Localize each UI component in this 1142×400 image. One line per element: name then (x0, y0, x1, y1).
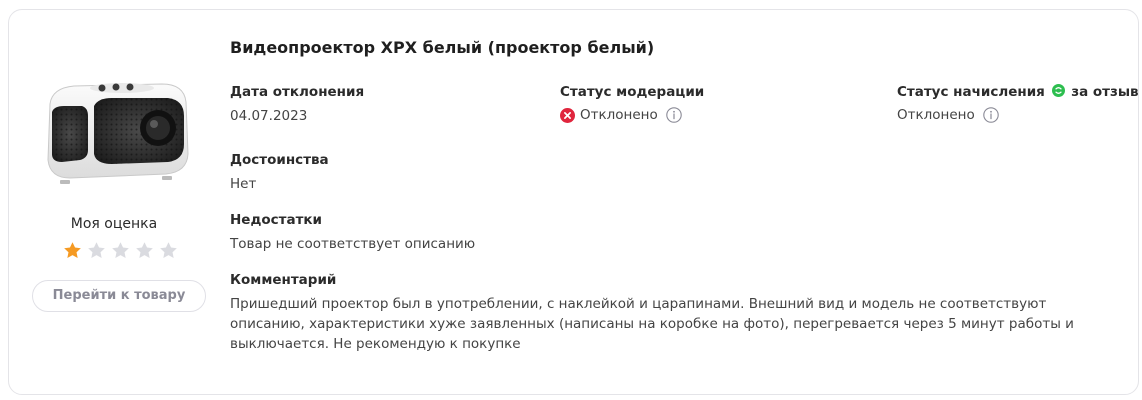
error-circle-icon (560, 107, 575, 123)
star-icon (88, 242, 105, 259)
moderation-status-value: Отклонено (580, 107, 658, 123)
advantages-label: Достоинства (230, 152, 329, 168)
disadvantages-label: Недостатки (230, 212, 323, 228)
product-column: Моя оценка Перейти к товару (29, 10, 206, 394)
projector-image[interactable] (34, 62, 194, 202)
accrual-status: Отклонено (897, 107, 999, 123)
comment-label: Комментарий (230, 272, 337, 288)
accrual-status-label: Статус начисления за отзыв (897, 84, 1139, 100)
rejection-date-label: Дата отклонения (230, 84, 365, 100)
star-icon (112, 242, 129, 259)
go-to-product-button[interactable]: Перейти к товару (32, 280, 206, 312)
rejection-date-value: 04.07.2023 (230, 108, 308, 124)
my-rating-label: Моя оценка (70, 216, 158, 232)
info-icon[interactable] (666, 107, 682, 123)
star-icon (136, 242, 153, 259)
star-icon (160, 242, 177, 259)
rating-stars (62, 240, 179, 261)
moderation-status-label: Статус модерации (560, 84, 705, 100)
comment-text: Пришедший проектор был в употреблении, с… (230, 296, 1074, 352)
advantages-value: Нет (230, 176, 257, 192)
moderation-status: Отклонено (560, 107, 682, 123)
star-icon (64, 242, 81, 259)
disadvantages-value: Товар не соответствует описанию (230, 236, 476, 252)
product-title[interactable]: Видеопроектор XPX белый (проектор белый) (230, 38, 654, 57)
accrual-status-label-start: Статус начисления (897, 84, 1045, 100)
accrual-status-label-end: за отзыв (1071, 84, 1139, 100)
review-card: Моя оценка Перейти к товару Видеопроекто… (8, 9, 1139, 395)
accrual-status-value: Отклонено (897, 107, 975, 123)
info-icon[interactable] (983, 107, 999, 123)
coin-icon (1051, 84, 1065, 97)
